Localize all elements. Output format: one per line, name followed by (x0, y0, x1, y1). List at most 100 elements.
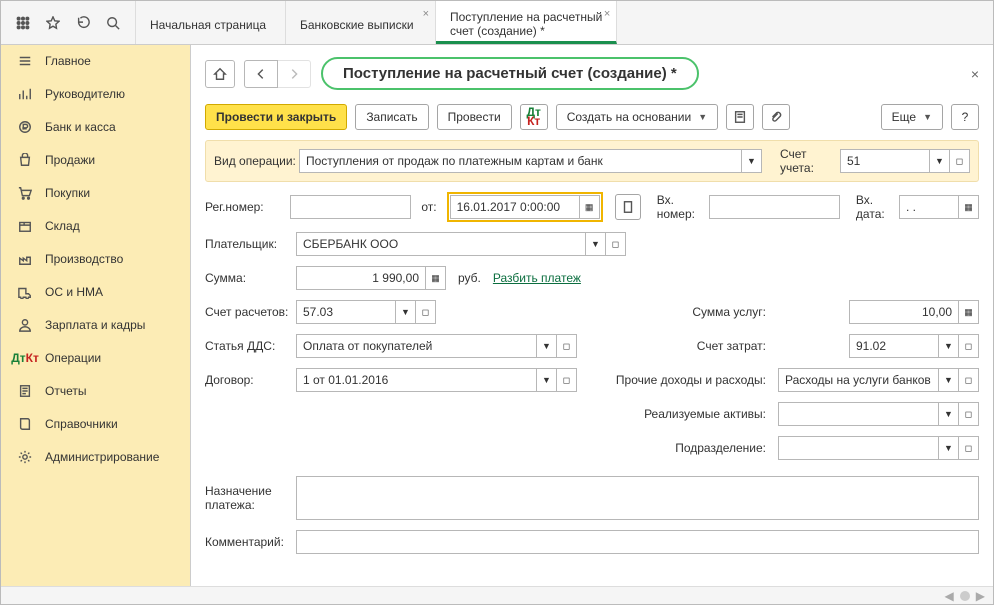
dropdown-icon[interactable]: ▼ (930, 149, 950, 173)
write-button[interactable]: Записать (355, 104, 428, 130)
attach-button[interactable] (762, 104, 790, 130)
sum-label: Сумма: (205, 271, 290, 285)
dept-input[interactable] (778, 436, 939, 460)
in-no-input[interactable] (709, 195, 840, 219)
scroll-left-icon[interactable]: ◀ (945, 589, 954, 603)
dept-label: Подразделение: (607, 441, 772, 455)
tab-bank[interactable]: Банковские выписки × (286, 1, 436, 44)
search-icon[interactable] (105, 15, 121, 31)
sidebar-item-stock[interactable]: Склад (1, 210, 190, 243)
sidebar-item-operations[interactable]: ДтКтОперации (1, 342, 190, 375)
purpose-label: Назначение платежа: (205, 484, 290, 512)
help-button[interactable]: ? (951, 104, 979, 130)
home-button[interactable] (205, 60, 235, 88)
open-icon[interactable]: ◻ (557, 368, 577, 392)
open-icon[interactable]: ◻ (557, 334, 577, 358)
gear-icon (17, 449, 33, 465)
open-icon[interactable]: ◻ (959, 368, 979, 392)
sidebar-item-main[interactable]: Главное (1, 45, 190, 78)
svc-sum-label: Сумма услуг: (607, 305, 772, 319)
post-button[interactable]: Провести (437, 104, 512, 130)
open-icon[interactable]: ◻ (959, 436, 979, 460)
dtkt-icon: ДтКт (17, 350, 33, 366)
tab-home[interactable]: Начальная страница (136, 1, 286, 44)
in-date-input[interactable]: . . (899, 195, 959, 219)
print-button[interactable] (726, 104, 754, 130)
create-based-button[interactable]: Создать на основании▼ (556, 104, 718, 130)
contract-label: Договор: (205, 373, 290, 387)
scroll-right-icon[interactable]: ▶ (976, 589, 985, 603)
cost-acc-label: Счет затрат: (607, 339, 772, 353)
close-icon[interactable]: × (423, 7, 429, 21)
open-icon[interactable]: ◻ (416, 300, 436, 324)
cart-icon (17, 185, 33, 201)
dropdown-icon[interactable]: ▼ (939, 368, 959, 392)
reg-input[interactable] (290, 195, 412, 219)
other-input[interactable]: Расходы на услуги банков (778, 368, 939, 392)
menu-icon (17, 53, 33, 69)
page-title: Поступление на расчетный счет (создание)… (321, 57, 699, 90)
assets-input[interactable] (778, 402, 939, 426)
sidebar-item-manager[interactable]: Руководителю (1, 78, 190, 111)
sidebar-item-sales[interactable]: Продажи (1, 144, 190, 177)
op-type-label: Вид операции: (214, 154, 299, 168)
sidebar-item-catalogs[interactable]: Справочники (1, 408, 190, 441)
acc-calc-input[interactable]: 57.03 (296, 300, 396, 324)
close-form-icon[interactable]: × (971, 66, 979, 82)
tab-active[interactable]: Поступление на расчетный счет (создание)… (436, 1, 617, 44)
sidebar-item-purchases[interactable]: Покупки (1, 177, 190, 210)
star-icon[interactable] (45, 15, 61, 31)
payer-label: Плательщик: (205, 237, 290, 251)
sidebar-item-hr[interactable]: Зарплата и кадры (1, 309, 190, 342)
sidebar-item-admin[interactable]: Администрирование (1, 441, 190, 474)
dds-input[interactable]: Оплата от покупателей (296, 334, 537, 358)
payer-input[interactable]: СБЕРБАНК ООО (296, 232, 586, 256)
svc-sum-input[interactable]: 10,00 (849, 300, 959, 324)
open-icon[interactable]: ◻ (606, 232, 626, 256)
calendar-icon[interactable]: ▦ (959, 195, 979, 219)
sidebar-item-reports[interactable]: Отчеты (1, 375, 190, 408)
calc-icon[interactable]: ▦ (426, 266, 446, 290)
dropdown-icon[interactable]: ▼ (537, 334, 557, 358)
more-button[interactable]: Еще▼ (881, 104, 943, 130)
post-and-close-button[interactable]: Провести и закрыть (205, 104, 347, 130)
dropdown-icon[interactable]: ▼ (537, 368, 557, 392)
open-icon[interactable]: ◻ (959, 334, 979, 358)
box-icon (17, 218, 33, 234)
sidebar-item-assets[interactable]: ОС и НМА (1, 276, 190, 309)
forward-button[interactable] (277, 60, 311, 88)
sum-input[interactable]: 1 990,00 (296, 266, 426, 290)
dropdown-icon[interactable]: ▼ (939, 402, 959, 426)
currency-label: руб. (458, 271, 481, 285)
purpose-textarea[interactable] (296, 476, 979, 520)
dropdown-icon[interactable]: ▼ (939, 436, 959, 460)
dropdown-icon[interactable]: ▼ (742, 149, 762, 173)
dropdown-icon[interactable]: ▼ (939, 334, 959, 358)
open-icon[interactable]: ◻ (950, 149, 970, 173)
dropdown-icon[interactable]: ▼ (586, 232, 606, 256)
dds-label: Статья ДДС: (205, 339, 290, 353)
cost-acc-input[interactable]: 91.02 (849, 334, 939, 358)
sidebar-item-production[interactable]: Производство (1, 243, 190, 276)
history-icon[interactable] (75, 15, 91, 31)
book-icon (17, 416, 33, 432)
sidebar-item-bank[interactable]: Банк и касса (1, 111, 190, 144)
calendar-icon[interactable]: ▦ (580, 195, 600, 219)
contract-input[interactable]: 1 от 01.01.2016 (296, 368, 537, 392)
close-icon[interactable]: × (604, 7, 610, 21)
new-doc-button[interactable] (615, 194, 641, 220)
in-no-label: Вх. номер: (657, 193, 703, 221)
dropdown-icon[interactable]: ▼ (396, 300, 416, 324)
calc-icon[interactable]: ▦ (959, 300, 979, 324)
split-payment-link[interactable]: Разбить платеж (493, 271, 581, 285)
op-type-input[interactable]: Поступления от продаж по платежным карта… (299, 149, 742, 173)
dtkt-button[interactable]: ДтКт (520, 104, 548, 130)
open-icon[interactable]: ◻ (959, 402, 979, 426)
account-input[interactable]: 51 (840, 149, 930, 173)
apps-icon[interactable] (15, 15, 31, 31)
assets-label: Реализуемые активы: (607, 407, 772, 421)
scroll-thumb[interactable] (960, 591, 970, 601)
back-button[interactable] (244, 60, 278, 88)
date-input[interactable]: 16.01.2017 0:00:00 (450, 195, 580, 219)
comment-input[interactable] (296, 530, 979, 554)
